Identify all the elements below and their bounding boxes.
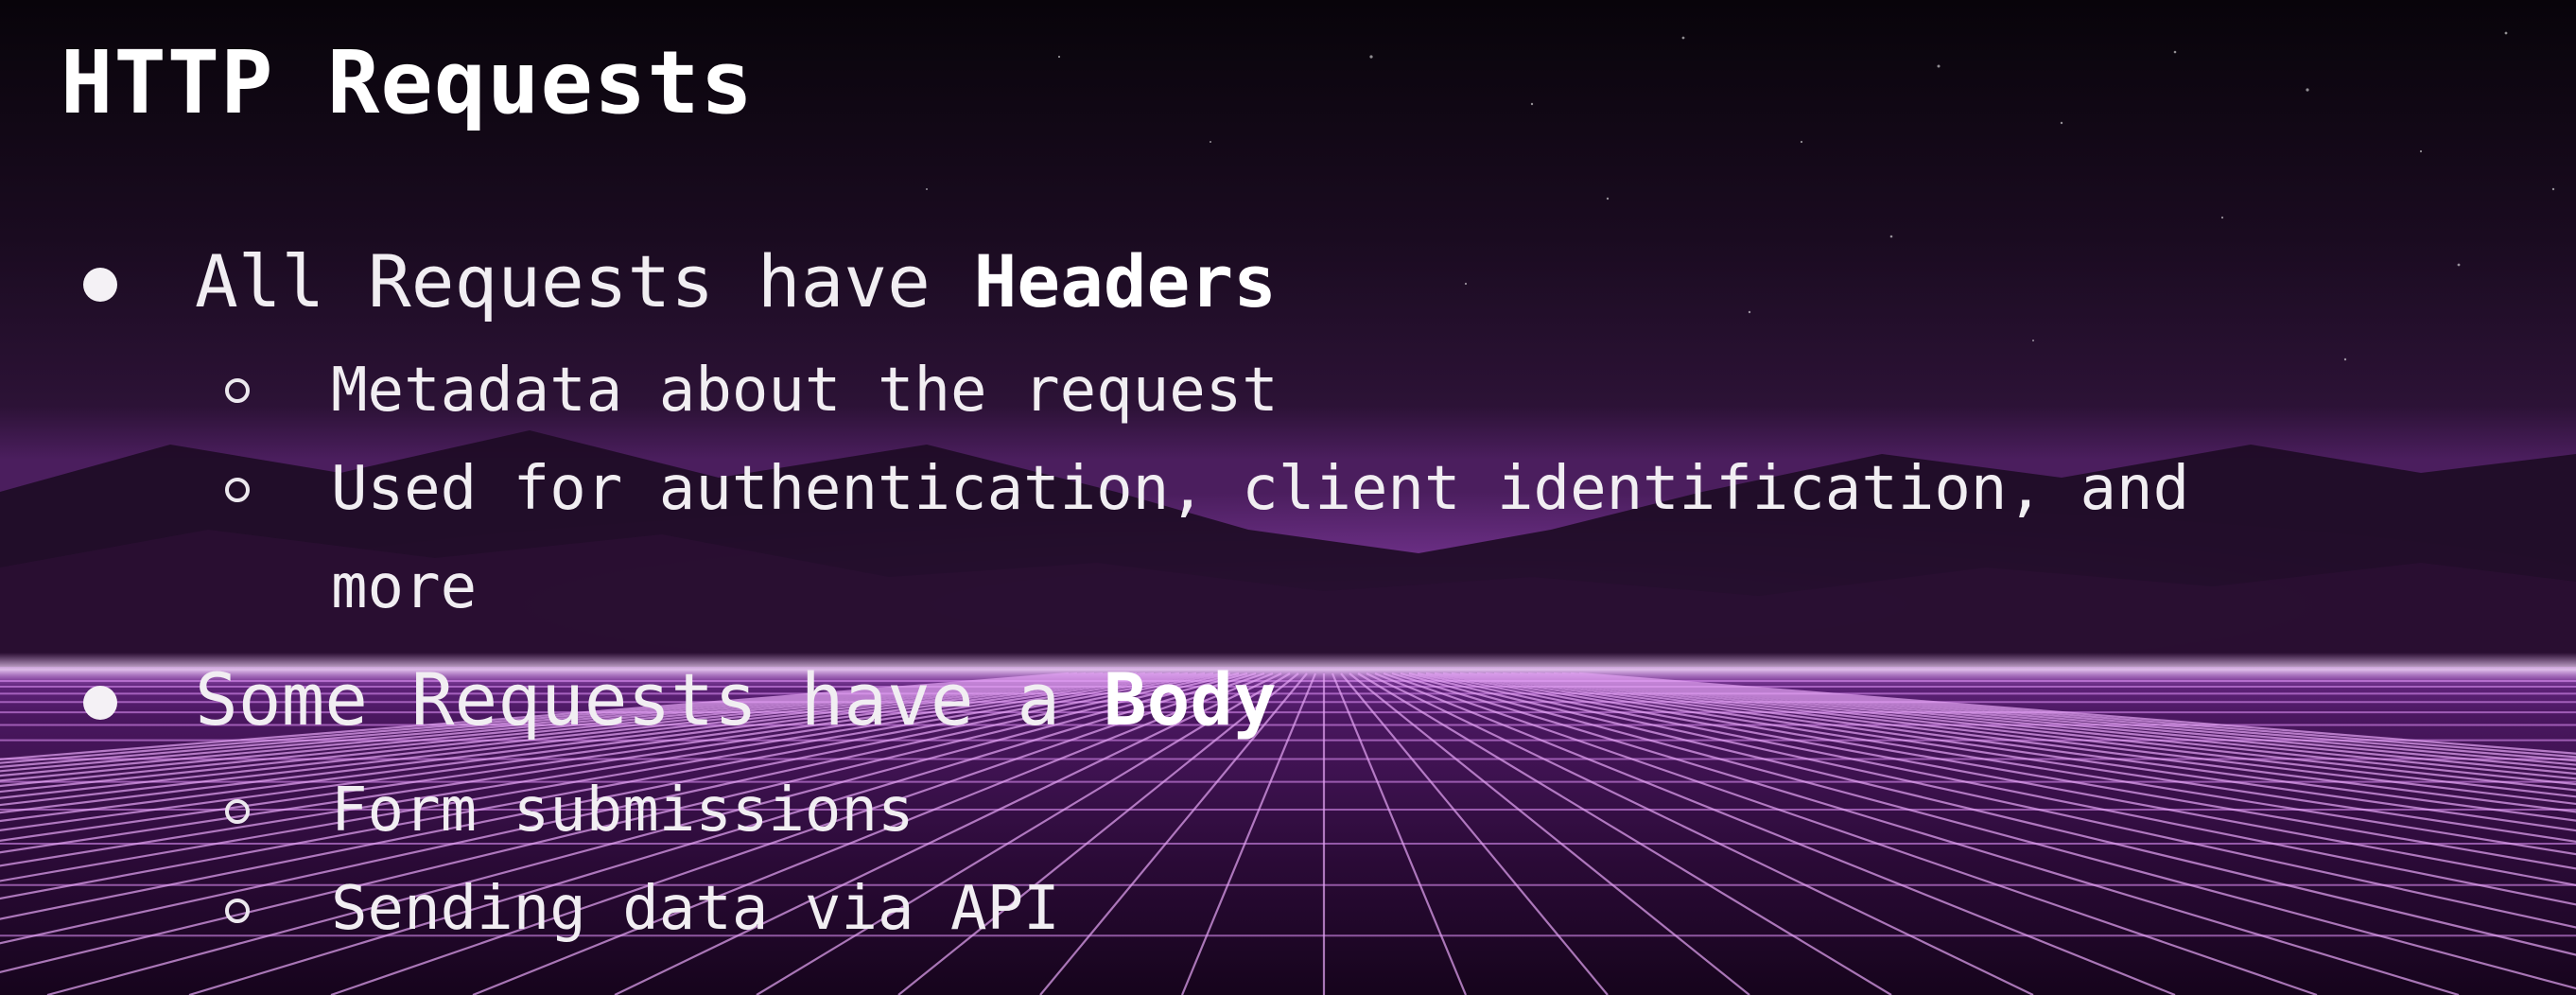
sub-bullet-text: Form submissions (331, 776, 914, 846)
sub-bullet-circle-icon (225, 899, 250, 923)
bullet-lead-text: All Requests have (195, 239, 974, 323)
sub-bullet-text: Used for authentication, client identifi… (331, 454, 2190, 524)
bullet-dot-icon (83, 686, 117, 720)
sub-bullet-circle-icon (225, 799, 250, 824)
bullet-text: All Requests have Headers (195, 235, 1277, 329)
bullet-emphasis: Body (1103, 657, 1277, 742)
sub-bullet-circle-icon (225, 378, 250, 403)
bullet-text: Some Requests have a Body (195, 653, 1277, 747)
slide: HTTP Requests All Requests have Headers … (0, 0, 2576, 995)
sub-bullet-text: Sending data via API (331, 874, 1060, 944)
sub-bullet-circle-icon (225, 478, 250, 502)
bullet-emphasis: Headers (973, 239, 1277, 323)
slide-title: HTTP Requests (61, 32, 755, 133)
bullet-dot-icon (83, 268, 117, 302)
sub-bullet-text-continued: more (331, 552, 478, 622)
bullet-lead-text: Some Requests have a (195, 657, 1104, 742)
sub-bullet-text: Metadata about the request (331, 356, 1279, 426)
